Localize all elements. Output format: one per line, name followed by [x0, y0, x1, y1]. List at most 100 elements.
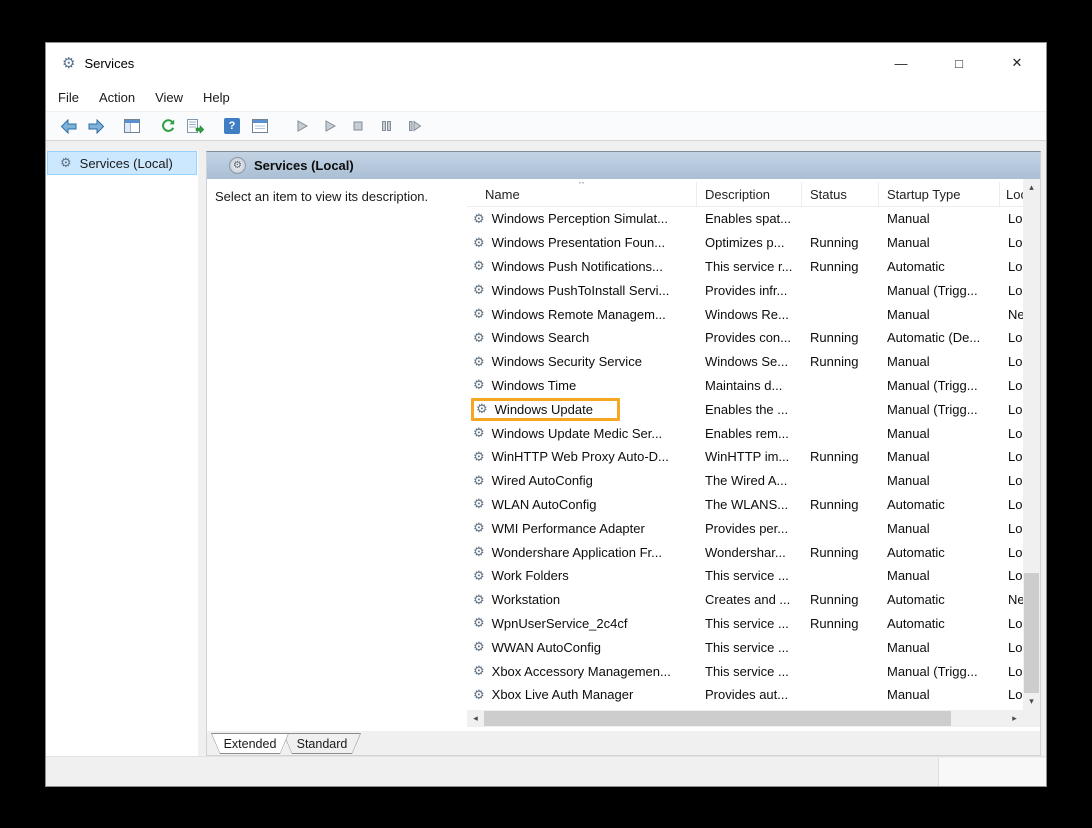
service-row[interactable]: ⚙Windows Push Notifications...This servi… [467, 255, 1040, 279]
highlight-box: ⚙Windows Update [471, 398, 620, 421]
column-headers: ^ Name Description Status Startup Type L… [467, 182, 1040, 207]
service-row[interactable]: ⚙Xbox Accessory Managemen...This service… [467, 659, 1040, 683]
scroll-down-icon[interactable]: ▾ [1023, 693, 1040, 710]
services-header-icon: ⚙ [229, 157, 246, 174]
service-description: Creates and ... [697, 592, 802, 607]
service-name: Windows Remote Managem... [492, 307, 666, 322]
minimize-button[interactable]: — [872, 43, 930, 83]
service-gear-icon: ⚙ [473, 687, 485, 703]
service-name-cell: ⚙Windows Push Notifications... [467, 258, 697, 274]
service-row[interactable]: ⚙Work FoldersThis service ...ManualLoc [467, 564, 1040, 588]
menu-file[interactable]: File [48, 85, 89, 110]
column-header-startup-type[interactable]: Startup Type [879, 182, 1000, 207]
service-name-cell: ⚙Windows Presentation Foun... [467, 235, 697, 251]
service-row[interactable]: ⚙Windows Presentation Foun...Optimizes p… [467, 231, 1040, 255]
service-row[interactable]: ⚙Windows PushToInstall Servi...Provides … [467, 278, 1040, 302]
help-icon[interactable]: ? [218, 113, 246, 139]
service-status: Running [802, 616, 879, 631]
service-name-wrap: ⚙Xbox Accessory Managemen... [473, 663, 671, 679]
service-row[interactable]: ⚙WpnUserService_2c4cfThis service ...Run… [467, 612, 1040, 636]
service-row[interactable]: ⚙WWAN AutoConfigThis service ...ManualLo… [467, 635, 1040, 659]
console-tree-panel: ⚙ Services (Local) [46, 151, 198, 756]
horizontal-scrollbar-thumb[interactable] [484, 711, 951, 726]
close-button[interactable]: ✕ [988, 43, 1046, 83]
scroll-right-icon[interactable]: ▸ [1006, 710, 1023, 727]
service-startup-type: Manual (Trigg... [879, 402, 1000, 417]
service-gear-icon: ⚙ [473, 615, 485, 631]
service-name-cell: ⚙WLAN AutoConfig [467, 496, 697, 512]
properties-icon[interactable] [246, 113, 274, 139]
service-row[interactable]: ⚙Windows Remote Managem...Windows Re...M… [467, 302, 1040, 326]
service-name: Work Folders [492, 568, 569, 583]
tab-extended-label: Extended [212, 734, 288, 753]
service-description: Enables rem... [697, 426, 802, 441]
service-name-cell: ⚙Windows Time [467, 377, 697, 393]
service-startup-type: Manual (Trigg... [879, 283, 1000, 298]
column-header-name[interactable]: ^ Name [467, 182, 697, 207]
menu-help[interactable]: Help [193, 85, 240, 110]
service-name: WMI Performance Adapter [492, 521, 645, 536]
service-status: Running [802, 259, 879, 274]
forward-icon[interactable] [82, 113, 110, 139]
service-name: Xbox Accessory Managemen... [492, 664, 671, 679]
service-description: This service ... [697, 568, 802, 583]
back-icon[interactable] [54, 113, 82, 139]
service-gear-icon: ⚙ [473, 544, 485, 560]
service-name: WLAN AutoConfig [492, 497, 597, 512]
tab-standard[interactable]: Standard [283, 733, 361, 754]
services-list-panel: ^ Name Description Status Startup Type L… [467, 179, 1040, 731]
service-startup-type: Manual [879, 473, 1000, 488]
vertical-scrollbar-thumb[interactable] [1024, 573, 1039, 693]
service-row[interactable]: ⚙Windows UpdateEnables the ...Manual (Tr… [467, 397, 1040, 421]
main-panel: ⚙ Services (Local) Select an item to vie… [206, 151, 1041, 756]
export-list-icon[interactable] [182, 113, 210, 139]
service-startup-type: Automatic [879, 545, 1000, 560]
scroll-up-icon[interactable]: ▴ [1023, 179, 1040, 196]
restart-service-icon[interactable] [400, 113, 428, 139]
service-row[interactable]: ⚙WLAN AutoConfigThe WLANS...RunningAutom… [467, 493, 1040, 517]
maximize-button[interactable]: □ [930, 43, 988, 83]
service-row[interactable]: ⚙Wired AutoConfigThe Wired A...ManualLoc [467, 469, 1040, 493]
window-body: ⚙ Services (Local) ⚙ Services (Local) Se… [46, 141, 1046, 756]
service-row[interactable]: ⚙WMI Performance AdapterProvides per...M… [467, 516, 1040, 540]
service-row[interactable]: ⚙Windows Security ServiceWindows Se...Ru… [467, 350, 1040, 374]
resume-service-icon[interactable] [316, 113, 344, 139]
service-gear-icon: ⚙ [473, 211, 485, 227]
tree-item-services-local[interactable]: ⚙ Services (Local) [47, 151, 197, 175]
horizontal-scrollbar[interactable]: ◂ ▸ [467, 710, 1023, 727]
service-gear-icon: ⚙ [473, 354, 485, 370]
service-row[interactable]: ⚙Windows Update Medic Ser...Enables rem.… [467, 421, 1040, 445]
service-row[interactable]: ⚙Xbox Live Auth ManagerProvides aut...Ma… [467, 683, 1040, 707]
service-row[interactable]: ⚙Windows TimeMaintains d...Manual (Trigg… [467, 374, 1040, 398]
vertical-scrollbar[interactable]: ▴ ▾ [1023, 179, 1040, 710]
start-service-icon[interactable] [288, 113, 316, 139]
service-name-wrap: ⚙Windows Security Service [473, 354, 642, 370]
refresh-icon[interactable] [154, 113, 182, 139]
service-status: Running [802, 354, 879, 369]
service-row[interactable]: ⚙Windows SearchProvides con...RunningAut… [467, 326, 1040, 350]
menu-action[interactable]: Action [89, 85, 145, 110]
services-node-icon: ⚙ [60, 155, 72, 171]
stop-service-icon[interactable] [344, 113, 372, 139]
show-console-tree-icon[interactable] [118, 113, 146, 139]
service-startup-type: Manual [879, 307, 1000, 322]
column-header-description[interactable]: Description [697, 182, 802, 207]
tab-extended[interactable]: Extended [211, 733, 289, 754]
service-gear-icon: ⚙ [473, 520, 485, 536]
service-row[interactable]: ⚙WorkstationCreates and ...RunningAutoma… [467, 588, 1040, 612]
service-name-cell: ⚙WpnUserService_2c4cf [467, 615, 697, 631]
service-row[interactable]: ⚙WinHTTP Web Proxy Auto-D...WinHTTP im..… [467, 445, 1040, 469]
menu-view[interactable]: View [145, 85, 193, 110]
service-row[interactable]: ⚙Wondershare Application Fr...Wondershar… [467, 540, 1040, 564]
service-name-wrap: ⚙Windows Presentation Foun... [473, 235, 665, 251]
pause-service-icon[interactable] [372, 113, 400, 139]
service-gear-icon: ⚙ [473, 258, 485, 274]
service-startup-type: Automatic [879, 592, 1000, 607]
service-gear-icon: ⚙ [473, 473, 485, 489]
scroll-left-icon[interactable]: ◂ [467, 710, 484, 727]
menu-bar: File Action View Help [46, 83, 1046, 111]
column-header-status[interactable]: Status [802, 182, 879, 207]
service-status: Running [802, 330, 879, 345]
service-row[interactable]: ⚙Windows Perception Simulat...Enables sp… [467, 207, 1040, 231]
service-description: Enables spat... [697, 211, 802, 226]
